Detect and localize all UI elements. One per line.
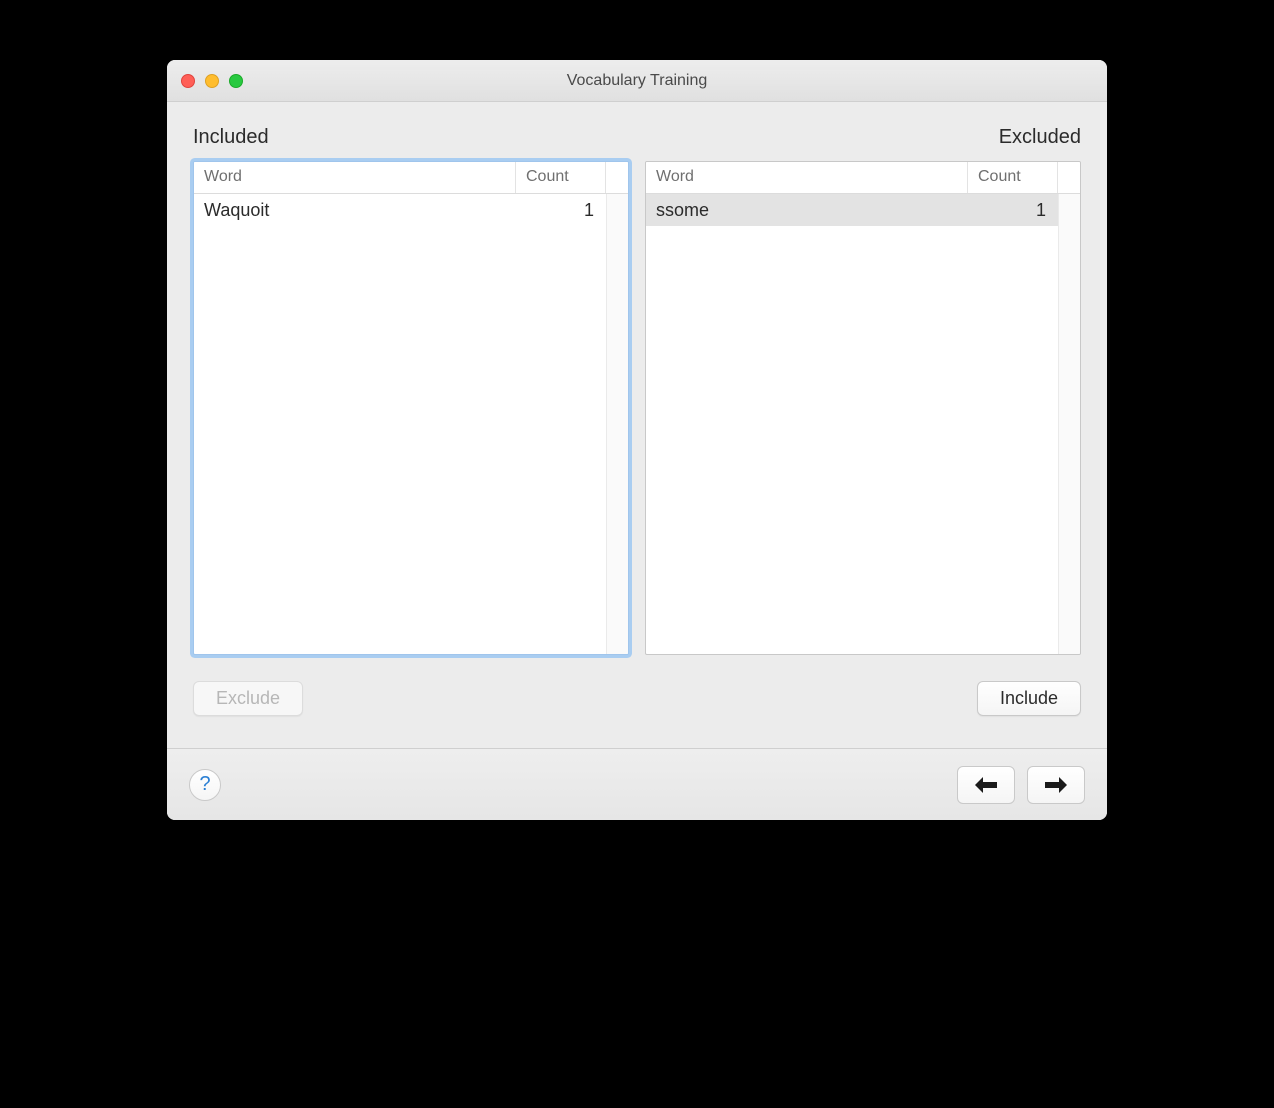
excluded-table[interactable]: Word Count ssome 1 (645, 161, 1081, 655)
excluded-column-word[interactable]: Word (646, 162, 968, 193)
excluded-rows[interactable]: ssome 1 (646, 194, 1058, 654)
excluded-header-spacer (1058, 162, 1080, 193)
included-column-count[interactable]: Count (516, 162, 606, 193)
excluded-column-count[interactable]: Count (968, 162, 1058, 193)
back-button[interactable] (957, 766, 1015, 804)
included-heading: Included (193, 126, 269, 149)
included-row-count: 1 (516, 196, 606, 225)
included-header-spacer (606, 162, 628, 193)
included-column-word[interactable]: Word (194, 162, 516, 193)
vocabulary-training-window: Vocabulary Training Included Excluded Wo… (167, 60, 1107, 820)
excluded-scrollbar[interactable] (1058, 194, 1080, 654)
included-table[interactable]: Word Count Waquoit 1 (193, 161, 629, 655)
help-icon: ? (199, 773, 210, 796)
title-bar: Vocabulary Training (167, 60, 1107, 102)
excluded-table-header: Word Count (646, 162, 1080, 194)
included-scrollbar[interactable] (606, 194, 628, 654)
section-labels: Included Excluded (193, 126, 1081, 149)
traffic-lights (181, 74, 243, 88)
content-area: Included Excluded Word Count Waquoit 1 (167, 102, 1107, 748)
zoom-window-button[interactable] (229, 74, 243, 88)
forward-button[interactable] (1027, 766, 1085, 804)
included-table-header: Word Count (194, 162, 628, 194)
help-button[interactable]: ? (189, 769, 221, 801)
excluded-row-count: 1 (968, 196, 1058, 225)
arrow-right-icon (1043, 776, 1069, 794)
close-window-button[interactable] (181, 74, 195, 88)
included-row-word: Waquoit (194, 196, 516, 225)
included-table-body: Waquoit 1 (194, 194, 628, 654)
arrow-left-icon (973, 776, 999, 794)
excluded-table-body: ssome 1 (646, 194, 1080, 654)
excluded-row-word: ssome (646, 196, 968, 225)
table-row[interactable]: Waquoit 1 (194, 194, 606, 226)
included-rows[interactable]: Waquoit 1 (194, 194, 606, 654)
window-title: Vocabulary Training (167, 72, 1107, 90)
exclude-button[interactable]: Exclude (193, 681, 303, 716)
button-row: Exclude Include (193, 681, 1081, 716)
panels: Word Count Waquoit 1 Wor (193, 161, 1081, 655)
minimize-window-button[interactable] (205, 74, 219, 88)
footer: ? (167, 748, 1107, 820)
excluded-heading: Excluded (999, 126, 1081, 149)
include-button[interactable]: Include (977, 681, 1081, 716)
table-row[interactable]: ssome 1 (646, 194, 1058, 226)
